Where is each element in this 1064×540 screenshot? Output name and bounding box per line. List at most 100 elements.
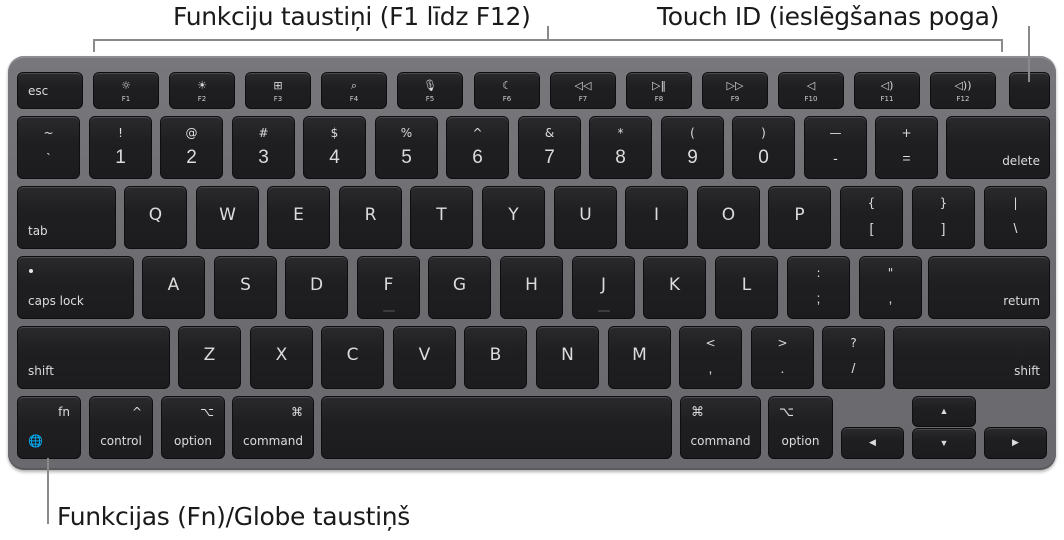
function-key-label: F7 — [578, 95, 588, 103]
key-w[interactable]: W — [196, 186, 259, 249]
fn-label: fn — [58, 405, 70, 419]
key-primary-symbol: = — [902, 150, 911, 166]
space-bar[interactable] — [321, 396, 672, 459]
key-f5[interactable]: 🎙 F5 — [397, 72, 463, 109]
key-shift-symbol: { — [867, 196, 876, 210]
key-num-10[interactable]: ) 0 — [732, 116, 795, 179]
key-n[interactable]: N — [536, 326, 599, 389]
left-arrow-key[interactable]: ◀ — [841, 427, 904, 459]
left-option-key[interactable]: ⌥ option — [161, 396, 225, 459]
key-p[interactable]: P — [768, 186, 831, 249]
left-command-key[interactable]: ⌘ command — [232, 396, 314, 459]
right-shift-key[interactable]: shift — [893, 326, 1050, 389]
key-b[interactable]: B — [464, 326, 527, 389]
up-arrow-key[interactable]: ▲ — [912, 396, 976, 427]
key-z[interactable]: Z — [178, 326, 241, 389]
key-f3[interactable]: ⊞ F3 — [245, 72, 311, 109]
right-arrow-key[interactable]: ▶ — [984, 427, 1047, 459]
key-u[interactable]: U — [554, 186, 617, 249]
key-period[interactable]: >. — [751, 326, 814, 389]
key-f12[interactable]: ◁)) F12 — [930, 72, 996, 109]
key-f8[interactable]: ▷‖ F8 — [626, 72, 692, 109]
caps-lock-key[interactable]: caps lock — [17, 256, 134, 319]
key-shift-symbol: < — [705, 336, 716, 350]
key-f10[interactable]: ◁ F10 — [778, 72, 844, 109]
key-d[interactable]: D — [285, 256, 348, 319]
key-j[interactable]: J — [572, 256, 635, 319]
key-primary-symbol: 8 — [615, 147, 626, 168]
fn-globe-key[interactable]: fn 🌐 — [17, 396, 81, 459]
return-key[interactable]: return — [928, 256, 1050, 319]
key-semicolon[interactable]: :; — [787, 256, 850, 319]
key-q[interactable]: Q — [124, 186, 187, 249]
key-primary-symbol: 5 — [401, 147, 412, 168]
left-control-key[interactable]: ^ control — [89, 396, 153, 459]
right-command-key[interactable]: ⌘ command — [680, 396, 761, 459]
key-num-2[interactable]: @2 — [160, 116, 223, 179]
key-l[interactable]: L — [715, 256, 778, 319]
key-num-9[interactable]: (9 — [661, 116, 724, 179]
key-m[interactable]: M — [608, 326, 671, 389]
key-f9[interactable]: ▷▷ F9 — [702, 72, 768, 109]
down-arrow-key[interactable]: ▼ — [912, 428, 976, 459]
key-o[interactable]: O — [697, 186, 760, 249]
key-num-1[interactable]: ! 1 — [89, 116, 152, 179]
key-f7[interactable]: ◁◁ F7 — [550, 72, 616, 109]
key-num-7[interactable]: & 7 — [518, 116, 581, 179]
key-c[interactable]: C — [321, 326, 384, 389]
esc-key[interactable]: esc — [17, 72, 83, 109]
key-primary-symbol: 0 — [758, 147, 769, 168]
key-g[interactable]: G — [428, 256, 491, 319]
key-letter: A — [167, 275, 180, 295]
key-x[interactable]: X — [250, 326, 313, 389]
key-num-6[interactable]: ^ 6 — [446, 116, 509, 179]
tab-key[interactable]: tab — [17, 186, 116, 249]
key-quote[interactable]: ", — [859, 256, 922, 319]
key-slash[interactable]: ? / — [822, 326, 885, 389]
delete-key[interactable]: delete — [946, 116, 1050, 179]
key-s[interactable]: S — [214, 256, 277, 319]
key-left-bracket[interactable]: {[ — [840, 186, 903, 249]
key-num-3[interactable]: #3 — [232, 116, 295, 179]
key-num-8[interactable]: * 8 — [589, 116, 652, 179]
key-letter: S — [240, 275, 251, 295]
function-key-label: F1 — [121, 95, 131, 103]
key-f6[interactable]: ☾ F6 — [474, 72, 540, 109]
key-primary-symbol: 9 — [687, 147, 698, 168]
up-arrow-icon: ▲ — [939, 405, 949, 416]
key-a[interactable]: A — [142, 256, 205, 319]
key-v[interactable]: V — [393, 326, 456, 389]
key-r[interactable]: R — [339, 186, 402, 249]
key-letter: W — [219, 205, 236, 225]
key-letter: D — [309, 275, 324, 295]
key-backslash[interactable]: | \ — [984, 186, 1047, 249]
key-f11[interactable]: ◁) F11 — [854, 72, 920, 109]
key-f1[interactable]: ☼ F1 — [93, 72, 159, 109]
key-num-12[interactable]: + = — [875, 116, 938, 179]
key-k[interactable]: K — [643, 256, 706, 319]
key-f4[interactable]: ⌕ F4 — [321, 72, 387, 109]
key-h[interactable]: H — [500, 256, 563, 319]
key-primary-symbol: 6 — [472, 147, 483, 168]
key-num-4[interactable]: $4 — [303, 116, 366, 179]
key-e[interactable]: E — [267, 186, 330, 249]
right-option-key[interactable]: ⌥ option — [768, 396, 833, 459]
key-comma[interactable]: <, — [679, 326, 742, 389]
key-t[interactable]: T — [410, 186, 473, 249]
key-num-11[interactable]: — - — [804, 116, 867, 179]
key-letter: T — [436, 205, 447, 225]
key-i[interactable]: I — [625, 186, 688, 249]
key-backtick[interactable]: ~ ` — [17, 116, 80, 179]
key-right-bracket[interactable]: }] — [912, 186, 975, 249]
key-f[interactable]: F — [357, 256, 420, 319]
key-num-5[interactable]: % 5 — [375, 116, 438, 179]
option-icon: ⌥ — [200, 405, 214, 419]
caps-lock-label: caps lock — [28, 294, 84, 308]
key-f2[interactable]: ☀ F2 — [169, 72, 235, 109]
function-key-label: F6 — [502, 95, 512, 103]
left-shift-key[interactable]: shift — [17, 326, 170, 389]
delete-label: delete — [1002, 154, 1040, 168]
key-shift-symbol: | — [1013, 196, 1018, 210]
command-label: command — [243, 434, 303, 448]
key-y[interactable]: Y — [482, 186, 545, 249]
